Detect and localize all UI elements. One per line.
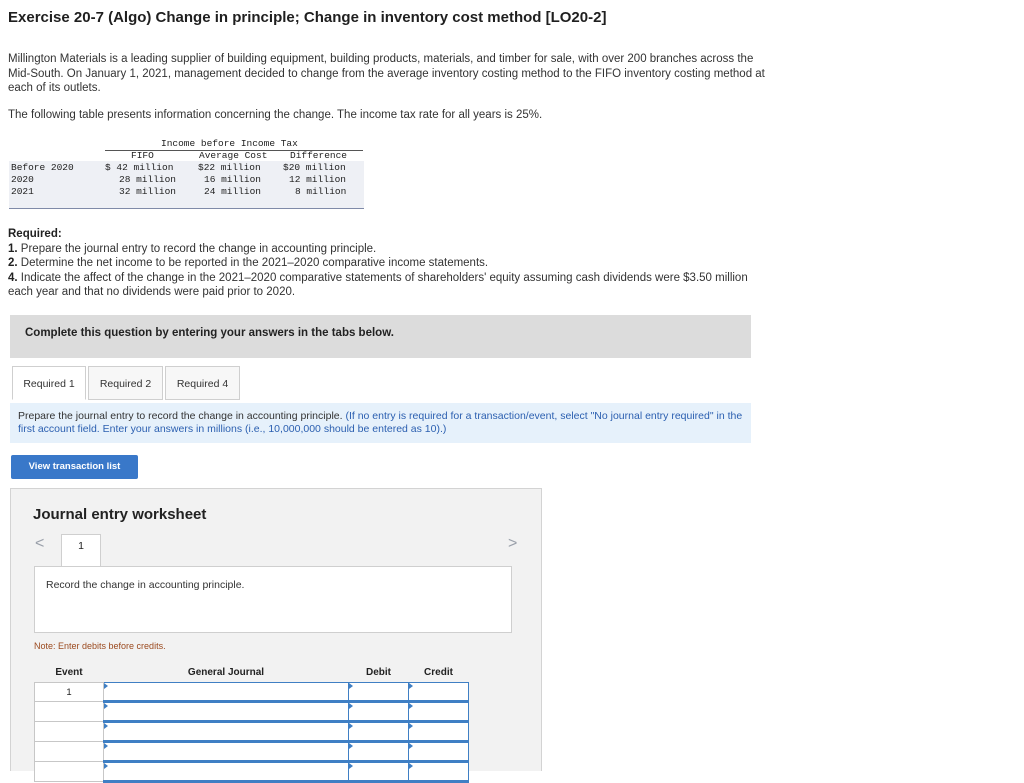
cell-diff: 12 million [289,174,347,185]
required-item: 1. Prepare the journal entry to record t… [8,242,377,255]
record-prompt-text: Record the change in accounting principl… [46,579,245,591]
cell-fifo: $ 42 million [105,162,174,173]
exercise-title: Exercise 20-7 (Algo) Change in principle… [8,9,607,26]
header-event: Event [34,663,104,683]
cell-fifo: 32 million [119,186,177,197]
account-select[interactable] [103,682,349,703]
table-row [34,701,469,723]
credit-input[interactable] [408,721,469,743]
event-cell [34,741,104,762]
required-item: 4. Indicate the affect of the change in … [8,271,748,299]
debit-input[interactable] [348,701,409,723]
record-prompt-box: Record the change in accounting principl… [34,566,512,633]
chevron-left-icon[interactable]: < [35,535,44,553]
table-group-header: Income before Income Tax [161,138,298,149]
table-row [34,761,469,783]
required-heading: Required: [8,228,62,240]
row-label: 2020 [11,174,34,185]
credit-input[interactable] [408,701,469,723]
event-number: 1 [34,682,104,702]
debits-note: Note: Enter debits before credits. [34,641,166,651]
journal-table: Event General Journal Debit Credit 1 [34,663,469,783]
journal-entry-worksheet: Journal entry worksheet < 1 > Record the… [10,488,542,783]
cell-diff: 8 million [295,186,347,197]
cell-avg: $22 million [198,162,261,173]
tab-required-4[interactable]: Required 4 [165,366,240,400]
table-row [34,721,469,743]
cell-avg: 16 million [204,174,262,185]
event-cell [34,721,104,742]
header-credit: Credit [408,663,469,683]
required-section: Required: 1. Prepare the journal entry t… [8,227,768,300]
table-row [34,741,469,763]
credit-input[interactable] [408,682,469,703]
view-transaction-list-button[interactable]: View transaction list [11,455,138,479]
cell-diff: $20 million [283,162,346,173]
header-debit: Debit [348,663,409,683]
col-fifo: FIFO [131,150,154,161]
tab-required-1[interactable]: Required 1 [12,366,86,400]
worksheet-page-tab[interactable]: 1 [61,534,101,567]
event-cell [34,701,104,722]
required-item: 2. Determine the net income to be report… [8,257,489,269]
account-select[interactable] [103,741,349,763]
debit-input[interactable] [348,761,409,783]
header-general-journal: General Journal [103,663,349,683]
cell-fifo: 28 million [119,174,177,185]
credit-input[interactable] [408,741,469,763]
debit-input[interactable] [348,721,409,743]
col-average-cost: Average Cost [199,150,268,161]
banner-text: Complete this question by entering your … [25,327,394,339]
debit-input[interactable] [348,682,409,703]
intro-paragraph: Millington Materials is a leading suppli… [8,53,765,94]
col-difference: Difference [290,150,348,161]
tab-instructions: Prepare the journal entry to record the … [10,403,751,443]
account-select[interactable] [103,701,349,723]
income-table: Income before Income Tax FIFO Average Co… [9,138,364,209]
worksheet-title: Journal entry worksheet [33,506,207,523]
event-cell [34,761,104,782]
instruction-main: Prepare the journal entry to record the … [18,410,343,422]
account-select[interactable] [103,761,349,783]
tax-rate-line: The following table presents information… [8,109,543,121]
row-label: Before 2020 [11,162,74,173]
table-row: 1 [34,682,469,703]
instructions-banner: Complete this question by entering your … [10,315,751,358]
account-select[interactable] [103,721,349,743]
tab-required-2[interactable]: Required 2 [88,366,163,400]
row-label: 2021 [11,186,34,197]
debit-input[interactable] [348,741,409,763]
chevron-right-icon[interactable]: > [508,535,517,553]
cell-avg: 24 million [204,186,262,197]
credit-input[interactable] [408,761,469,783]
